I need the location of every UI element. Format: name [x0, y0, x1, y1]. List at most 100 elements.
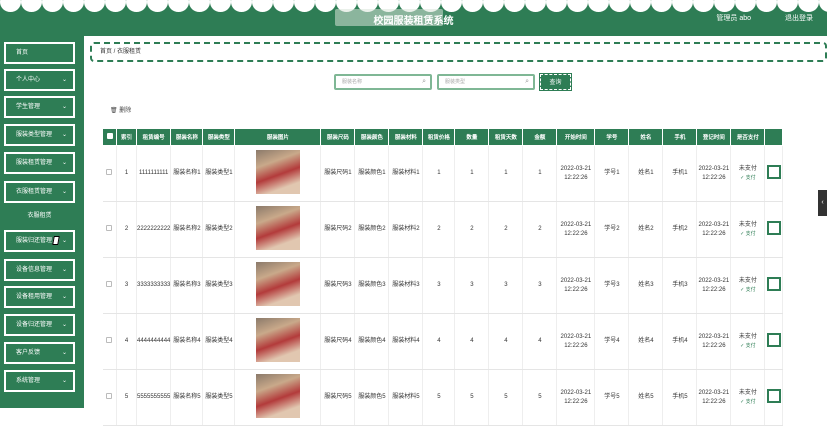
cell-actions	[764, 257, 784, 314]
col-color: 服装颜色	[354, 128, 390, 146]
pay-link[interactable]: ✓ 支付	[731, 174, 764, 183]
cell-phone: 手机3	[662, 257, 698, 314]
submenu-item-clothes-rental[interactable]: 衣服租赁	[4, 207, 75, 225]
clothing-thumbnail	[255, 149, 300, 194]
cell-material: 服装材料1	[388, 145, 424, 202]
cell-size: 服装尺码1	[320, 145, 356, 202]
cell-clothing-name: 服装名称4	[170, 313, 204, 370]
cell-clothing-type: 服装类型1	[202, 145, 236, 202]
cell-image	[234, 257, 322, 314]
clothing-thumbnail	[255, 205, 300, 250]
pay-link[interactable]: ✓ 支付	[731, 230, 764, 239]
detail-button[interactable]	[766, 388, 781, 403]
side-collapse-tab[interactable]: ‹	[818, 190, 827, 216]
sidebar-item-device-info[interactable]: 设备信息管理 ⌄	[3, 258, 76, 282]
cell-days: 4	[488, 313, 524, 370]
current-user: 管理员 abo	[716, 15, 751, 22]
cell-material: 服装材料2	[388, 201, 424, 258]
main-content: 首页 / 衣服租赁 服装名称 ⌕ 服装类型 ⌕ 查询 🗑 删除 索引 租赁编号 …	[84, 36, 827, 426]
sidebar-item-feedback[interactable]: 客户反馈 ⌄	[3, 341, 76, 365]
sidebar-item-personal-center[interactable]: 个人中心 ⌄	[3, 68, 76, 92]
sidebar-item-label: 服装类型管理	[16, 132, 53, 138]
detail-button[interactable]	[766, 276, 781, 291]
col-actions	[764, 128, 784, 146]
sidebar-item-clothing-rental[interactable]: 服装租赁管理 ⌄	[3, 151, 76, 175]
cell-material: 服装材料4	[388, 313, 424, 370]
cell-start-time: 2022-03-21 12:22:26	[556, 257, 596, 314]
col-clothing-name: 服装名称	[170, 128, 204, 146]
sidebar-item-student[interactable]: 学生管理 ⌄	[3, 95, 76, 119]
cell-price: 2	[422, 201, 456, 258]
cell-image	[234, 201, 322, 258]
paid-status: 未支付	[738, 333, 757, 340]
cell-actions	[764, 145, 784, 202]
pay-link[interactable]: ✓ 支付	[731, 342, 764, 351]
col-material: 服装材料	[388, 128, 424, 146]
cell-index: 5	[116, 369, 137, 426]
col-start-time: 开始时间	[556, 128, 596, 146]
pay-link-label: 支付	[745, 230, 756, 237]
chevron-down-icon: ⌄	[61, 77, 67, 83]
cell-qty: 5	[454, 369, 490, 426]
cell-index: 1	[116, 145, 137, 202]
sidebar-item-home[interactable]: 首页	[3, 41, 76, 65]
cell-phone: 手机5	[662, 369, 698, 426]
cell-rental-no: 5555555555	[136, 369, 172, 426]
delete-button[interactable]: 🗑 删除	[110, 105, 131, 114]
cell-phone: 手机4	[662, 313, 698, 370]
table-row: 5 5555555555 服装名称5 服装类型5 服装尺码5 服装颜色5 服装材…	[102, 369, 784, 426]
sidebar-item-clothing-return[interactable]: 服装归还管理 ⌄	[3, 229, 76, 253]
cell-days: 1	[488, 145, 524, 202]
cell-material: 服装材料5	[388, 369, 424, 426]
trash-icon: 🗑	[110, 108, 118, 114]
detail-button[interactable]	[766, 164, 781, 179]
sidebar-item-device-return[interactable]: 设备归还管理 ⌄	[3, 313, 76, 337]
row-checkbox[interactable]	[102, 369, 117, 426]
logout-link[interactable]: 退出登录	[785, 13, 813, 23]
pay-link-label: 支付	[745, 286, 756, 293]
chevron-down-icon: ⌄	[61, 267, 67, 273]
col-days: 租赁天数	[488, 128, 524, 146]
sidebar-item-device-rental[interactable]: 设备租用管理 ⌄	[3, 285, 76, 309]
col-size: 服装尺码	[320, 128, 356, 146]
cell-register-time: 2022-03-21 12:22:26	[696, 201, 732, 258]
col-rental-no: 租赁编号	[135, 128, 172, 146]
cell-start-time: 2022-03-21 12:22:26	[556, 313, 596, 370]
search-button[interactable]: 查询	[539, 73, 572, 91]
cell-price: 1	[422, 145, 456, 202]
select-all-checkbox[interactable]	[102, 128, 117, 146]
pay-link[interactable]: ✓ 支付	[731, 286, 764, 295]
clothing-thumbnail	[255, 261, 300, 306]
sidebar-item-label: 客户反馈	[16, 350, 41, 356]
cell-image	[234, 369, 322, 426]
row-checkbox[interactable]	[102, 201, 117, 258]
cell-price: 4	[422, 313, 456, 370]
sidebar-item-clothes-rental[interactable]: 衣服租赁管理 ⌄	[3, 180, 76, 204]
cell-start-time: 2022-03-21 12:22:26	[556, 201, 596, 258]
search-name-placeholder: 服装名称	[342, 79, 363, 85]
pay-link-label: 支付	[745, 398, 756, 405]
cell-clothing-type: 服装类型5	[202, 369, 236, 426]
detail-button[interactable]	[766, 220, 781, 235]
cell-rental-no: 1111111111	[136, 145, 172, 202]
row-checkbox[interactable]	[102, 313, 117, 370]
cell-days: 3	[488, 257, 524, 314]
row-checkbox[interactable]	[102, 145, 117, 202]
sidebar-item-label: 设备信息管理	[16, 267, 53, 273]
paid-status: 未支付	[738, 165, 757, 172]
search-name-input[interactable]: 服装名称 ⌕	[334, 74, 432, 90]
delete-label: 删除	[119, 108, 132, 114]
sidebar-item-system[interactable]: 系统管理 ⌄	[3, 369, 76, 393]
cell-clothing-type: 服装类型2	[202, 201, 236, 258]
cell-clothing-type: 服装类型3	[202, 257, 236, 314]
cell-student-id: 学号4	[594, 313, 630, 370]
sidebar-item-label: 设备租用管理	[16, 294, 53, 300]
cell-amount: 4	[522, 313, 558, 370]
cell-paid: 未支付 ✓ 支付	[730, 257, 766, 314]
detail-button[interactable]	[766, 332, 781, 347]
pay-link[interactable]: ✓ 支付	[731, 398, 764, 407]
chevron-down-icon: ⌄	[61, 189, 67, 195]
search-type-input[interactable]: 服装类型 ⌕	[437, 74, 535, 90]
sidebar-item-clothing-type[interactable]: 服装类型管理 ⌄	[3, 123, 76, 147]
row-checkbox[interactable]	[102, 257, 117, 314]
